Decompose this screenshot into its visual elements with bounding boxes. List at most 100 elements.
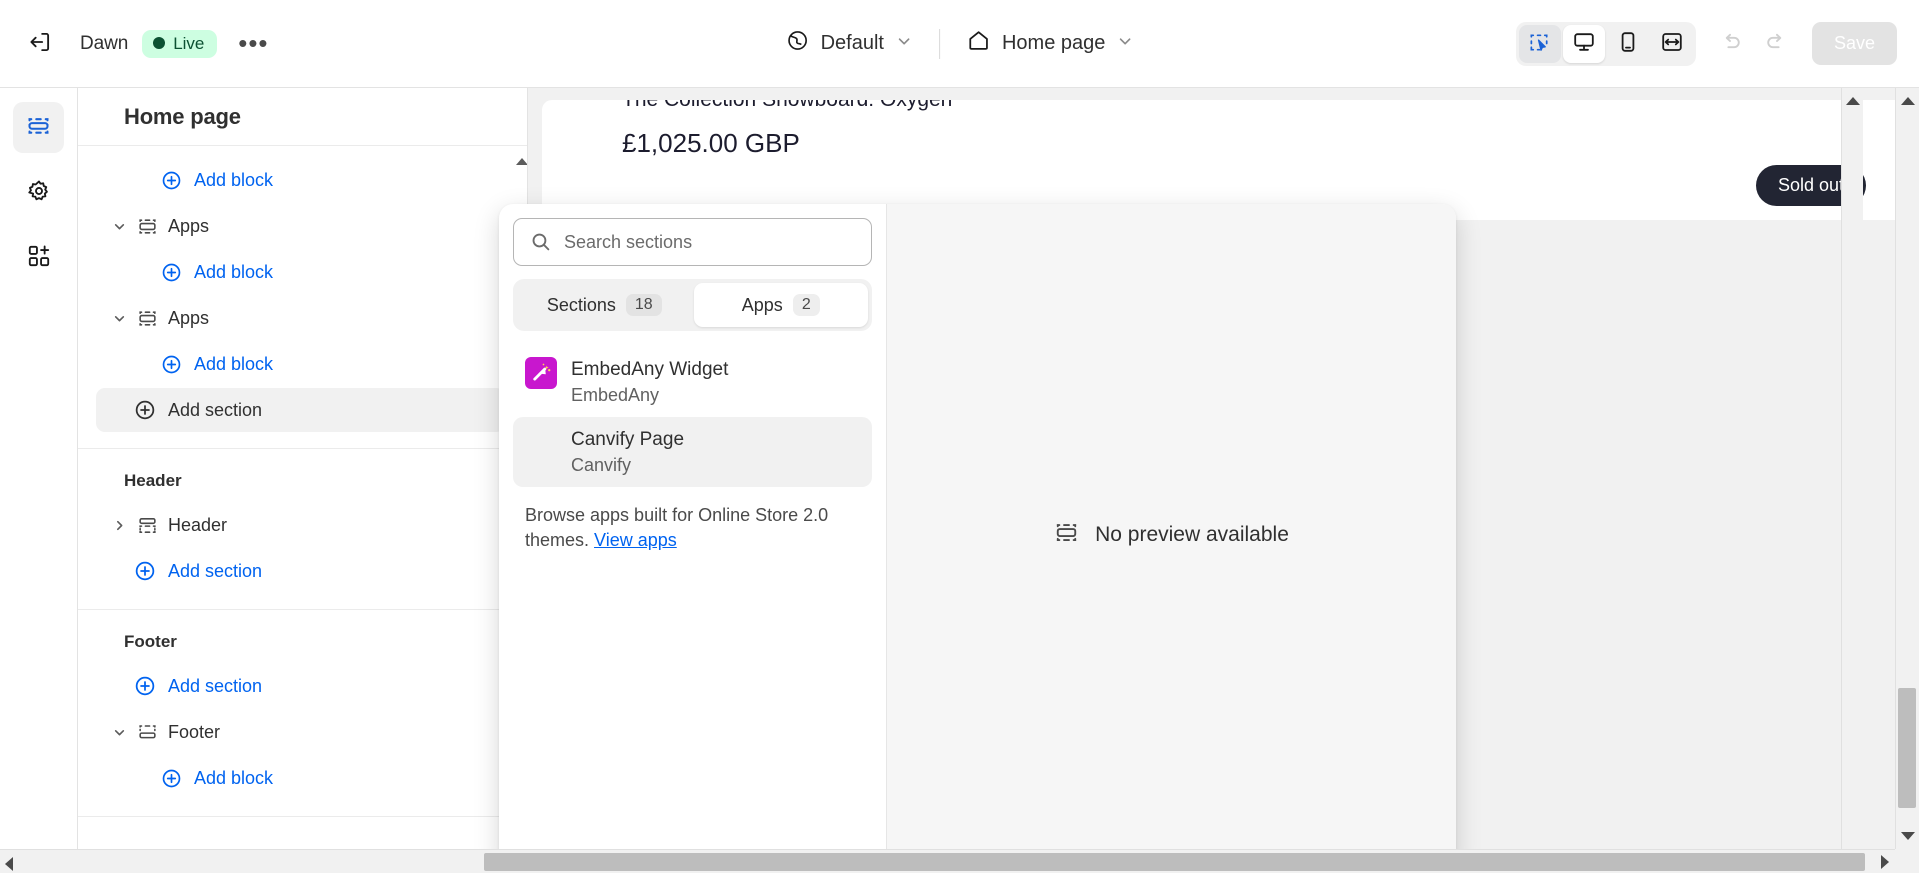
chevron-down-icon — [895, 32, 913, 56]
undo-button[interactable] — [1710, 24, 1754, 64]
row-label: Header — [168, 514, 228, 535]
home-icon — [966, 28, 991, 59]
section-tree: Add block Apps Add block Apps Add block … — [78, 146, 527, 817]
section-row-apps-1[interactable]: Apps — [96, 204, 505, 248]
row-label: Apps — [168, 307, 210, 328]
row-label: Add block — [194, 767, 274, 788]
vertical-scroll-thumb[interactable] — [1898, 688, 1916, 808]
circle-plus-icon — [158, 262, 184, 283]
add-section-button[interactable]: Add section — [96, 549, 505, 593]
app-vendor: Canvify — [571, 454, 632, 475]
add-section-popover: Sections 18 Apps 2 — [499, 204, 1456, 866]
header-section-icon — [132, 515, 162, 536]
full-width-view-button[interactable] — [1651, 25, 1693, 63]
group-label-header: Header — [124, 471, 182, 490]
section-icon — [132, 308, 162, 329]
market-selector-label: Default — [820, 32, 884, 54]
app-vendor: EmbedAny — [571, 384, 660, 405]
add-block-button[interactable]: Add block — [96, 756, 505, 800]
footer-group: Footer Add section Footer Add block — [78, 610, 527, 817]
save-button[interactable]: Save — [1811, 22, 1897, 65]
status-badge-label: Live — [173, 33, 205, 53]
preview-product-price: £1,025.00 GBP — [622, 128, 800, 158]
row-label: Apps — [168, 215, 210, 236]
section-row-apps-2[interactable]: Apps — [96, 296, 505, 340]
no-preview-label: No preview available — [1095, 523, 1289, 546]
market-selector[interactable]: Default — [773, 20, 925, 67]
window-horizontal-scrollbar[interactable] — [0, 849, 1919, 873]
preview-product-title: The Collection Snowboard: Oxygen — [622, 88, 953, 111]
row-label: Add section — [168, 560, 263, 581]
circle-plus-icon — [132, 675, 158, 697]
tab-count-badge: 2 — [792, 294, 820, 316]
select-cursor-icon — [1528, 31, 1551, 57]
scroll-up-arrow-icon[interactable] — [1900, 97, 1915, 105]
section-row-header[interactable]: Header — [96, 503, 505, 547]
section-icon — [1054, 520, 1079, 551]
chevron-down-icon[interactable] — [106, 218, 132, 235]
chevron-down-icon — [1116, 32, 1134, 56]
row-label: Add block — [194, 261, 274, 282]
row-label: Add section — [168, 399, 263, 420]
scroll-up-arrow-icon[interactable] — [1845, 97, 1860, 105]
row-label: Add block — [194, 169, 274, 190]
left-rail — [0, 88, 78, 873]
sections-rail-button[interactable] — [13, 102, 64, 153]
tab-sections[interactable]: Sections 18 — [517, 283, 692, 327]
app-name: EmbedAny Widget — [571, 359, 729, 380]
full-width-icon — [1660, 30, 1684, 57]
scroll-up-arrow-icon[interactable] — [516, 158, 527, 165]
tab-label: Sections — [546, 294, 616, 315]
mobile-view-button[interactable] — [1607, 25, 1649, 63]
view-apps-link[interactable]: View apps — [594, 530, 677, 550]
more-actions-button[interactable]: ••• — [231, 22, 275, 66]
status-badge: Live — [142, 29, 218, 58]
desktop-view-button[interactable] — [1562, 24, 1605, 63]
inspector-toggle-button[interactable] — [1518, 24, 1561, 63]
list-item[interactable]: Canvify Page Canvify — [513, 416, 872, 487]
section-icon — [132, 216, 162, 237]
list-item[interactable]: EmbedAny Widget EmbedAny — [513, 347, 872, 417]
group-label-footer: Footer — [124, 632, 177, 651]
circle-plus-icon — [158, 170, 184, 191]
divider — [938, 28, 940, 59]
header-group: Header Header Add section — [78, 449, 527, 610]
add-section-button[interactable]: Add section — [96, 388, 505, 432]
apps-rail-button[interactable] — [13, 232, 64, 283]
page-title: Home page — [124, 103, 241, 129]
chevron-down-icon[interactable] — [106, 724, 132, 741]
footer-section-icon — [132, 722, 162, 743]
sections-icon — [25, 113, 52, 143]
search-field-wrapper — [513, 218, 872, 266]
add-block-button[interactable]: Add block — [96, 342, 505, 386]
apps-add-icon — [26, 243, 52, 272]
scroll-right-arrow-icon[interactable] — [1881, 855, 1889, 869]
page-selector[interactable]: Home page — [954, 20, 1146, 67]
scroll-left-arrow-icon[interactable] — [5, 857, 13, 871]
redo-button[interactable] — [1754, 24, 1798, 64]
add-section-button[interactable]: Add section — [96, 664, 505, 708]
add-block-button[interactable]: Add block — [96, 158, 505, 202]
app-results-list: EmbedAny Widget EmbedAny Canvify Page Ca… — [513, 347, 872, 487]
tab-apps[interactable]: Apps 2 — [693, 283, 868, 327]
horizontal-scroll-thumb[interactable] — [484, 853, 1865, 871]
chevron-down-icon[interactable] — [106, 310, 132, 327]
row-label: Add block — [194, 353, 274, 374]
globe-icon — [785, 28, 810, 59]
undo-icon — [1719, 30, 1744, 58]
window-vertical-scrollbar[interactable] — [1895, 88, 1919, 849]
preview-vertical-scrollbar[interactable] — [1841, 88, 1863, 849]
scroll-down-arrow-icon[interactable] — [1900, 832, 1915, 840]
chevron-right-icon[interactable] — [106, 517, 132, 534]
exit-icon — [27, 29, 53, 58]
theme-settings-rail-button[interactable] — [13, 167, 64, 218]
search-input[interactable] — [513, 218, 872, 266]
exit-editor-button[interactable] — [18, 22, 62, 66]
sidebar: Home page Add block Apps Add block Apps … — [78, 88, 528, 873]
view-mode-group — [1515, 21, 1696, 66]
section-row-footer[interactable]: Footer — [96, 710, 505, 754]
no-preview-message: No preview available — [1054, 520, 1289, 551]
browse-apps-note: Browse apps built for Online Store 2.0 t… — [513, 503, 843, 554]
status-dot-icon — [153, 37, 166, 49]
add-block-button[interactable]: Add block — [96, 250, 505, 294]
